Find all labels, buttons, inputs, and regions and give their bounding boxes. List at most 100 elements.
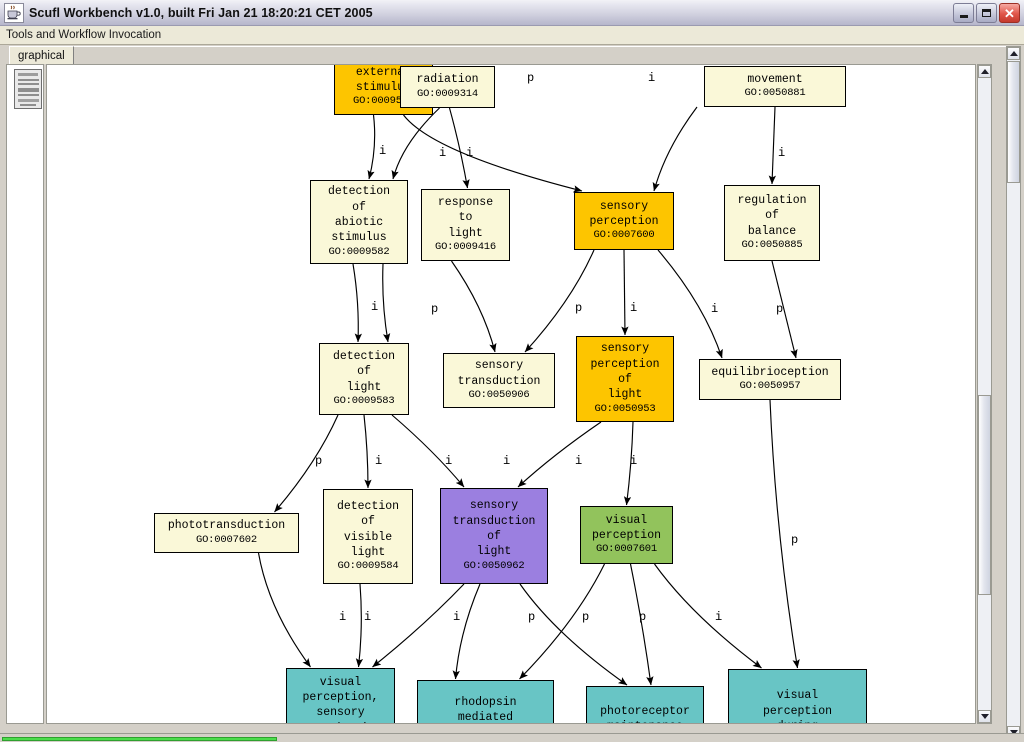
node-label: visual perception, sensory transduction … <box>299 675 382 723</box>
graph-node-equil[interactable]: equilibrioception GO:0050957 <box>699 359 841 400</box>
node-go-id: GO:0009582 <box>328 245 390 258</box>
window-vertical-scrollbar[interactable] <box>1006 46 1021 740</box>
edge-label: i <box>439 146 447 160</box>
node-label: detection of abiotic stimulus <box>327 185 391 245</box>
application-window: Scufl Workbench v1.0, built Fri Jan 21 1… <box>0 0 1024 742</box>
graph-node-vp_st[interactable]: visual perception, sensory transduction … <box>286 668 395 723</box>
graph-node-vis_perc[interactable]: visual perception GO:0007601 <box>580 506 673 564</box>
scroll-down-arrow[interactable] <box>978 710 991 723</box>
node-label: phototransduction <box>167 519 286 533</box>
content-area: external stimulus GO:0009581 radiation GO:0… <box>2 64 1022 740</box>
close-button[interactable]: ✕ <box>999 3 1020 23</box>
maximize-button[interactable] <box>976 3 997 23</box>
graph-node-movement[interactable]: movement GO:0050881 <box>704 66 846 107</box>
graph-edge <box>451 260 497 353</box>
graph-thumbnail-icon[interactable] <box>14 69 42 109</box>
graph-node-det_light[interactable]: detection of light GO:0009583 <box>319 343 409 415</box>
node-label: radiation <box>416 73 479 87</box>
node-go-id: GO:0007601 <box>595 543 657 556</box>
graph-edge <box>621 249 629 336</box>
edge-label: p <box>431 302 439 316</box>
graph-node-radiation[interactable]: radiation GO:0009314 <box>400 66 495 108</box>
edge-label: i <box>453 610 461 624</box>
graph-node-photorec[interactable]: photoreceptor maintenanceGO:0045494 <box>586 686 704 723</box>
graph-edge <box>629 563 654 686</box>
graph-node-reg_bal[interactable]: regulation of balance GO:0050885 <box>724 185 820 261</box>
progress-bar <box>2 737 277 741</box>
graph-node-sp_light[interactable]: sensory perception of light GO:0050953 <box>576 336 674 422</box>
tab-strip: graphical <box>0 45 1024 65</box>
graph-node-rhodopsin[interactable]: rhodopsin mediated phototransductionGO:0… <box>417 680 554 724</box>
maximize-icon <box>982 9 991 17</box>
graph-vertical-scrollbar[interactable] <box>977 64 992 724</box>
tab-graphical[interactable]: graphical <box>9 46 74 64</box>
graph-node-sens_perc[interactable]: sensory perception GO:0007600 <box>574 192 674 250</box>
graph-edge <box>257 552 311 668</box>
window-controls: ✕ <box>953 3 1020 23</box>
graph-node-sens_trans[interactable]: sensory transduction GO:0050906 <box>443 353 555 408</box>
graph-edge <box>391 107 440 180</box>
status-strip <box>0 733 1024 742</box>
edge-label: p <box>791 533 799 547</box>
edge-label: i <box>379 144 387 158</box>
node-label: visual perception <box>591 513 661 543</box>
graph-edge <box>363 414 372 489</box>
node-go-id: GO:0007602 <box>195 533 257 546</box>
graph-node-resp_light[interactable]: response to light GO:0009416 <box>421 189 510 261</box>
minimize-button[interactable] <box>953 3 974 23</box>
graph-edge <box>367 114 376 180</box>
edge-label: p <box>639 610 647 624</box>
node-go-id: GO:0050957 <box>739 380 801 393</box>
node-go-id: GO:0050906 <box>468 388 530 401</box>
node-label: movement <box>747 72 803 86</box>
node-go-id: GO:0009416 <box>434 240 496 253</box>
graph-node-det_vis[interactable]: detection of visible light GO:0009584 <box>323 489 413 584</box>
node-label: photoreceptor maintenance <box>600 704 690 723</box>
graph-edge <box>654 563 762 669</box>
graph-viewport[interactable]: external stimulus GO:0009581 radiation GO:0… <box>46 64 976 724</box>
graph-node-st_light[interactable]: sensory transduction of light GO:0050962 <box>440 488 548 584</box>
graph-node-phototrans[interactable]: phototransduction GO:0007602 <box>154 513 299 553</box>
edge-label: i <box>503 454 511 468</box>
node-go-id: GO:0050885 <box>741 238 803 251</box>
node-label: rhodopsin mediated phototransduction <box>454 696 517 724</box>
node-label: sensory perception <box>589 199 659 229</box>
graph-edge <box>519 583 628 686</box>
graph-edge <box>517 421 602 488</box>
edge-label: i <box>630 301 638 315</box>
tab-strip-filler <box>70 46 1008 64</box>
graph-edge <box>452 583 481 680</box>
close-icon: ✕ <box>1004 5 1015 21</box>
menu-bar: Tools and Workflow Invocation <box>0 26 1024 45</box>
graph-edge <box>352 263 363 343</box>
scroll-up-arrow[interactable] <box>1007 47 1020 60</box>
node-go-id: GO:0050962 <box>463 559 525 572</box>
graph-canvas[interactable]: external stimulus GO:0009581 radiation GO:0… <box>47 65 975 724</box>
title-bar: Scufl Workbench v1.0, built Fri Jan 21 1… <box>0 0 1024 26</box>
edge-label: p <box>582 610 590 624</box>
window-title: Scufl Workbench v1.0, built Fri Jan 21 1… <box>29 5 373 20</box>
edge-label: i <box>711 302 719 316</box>
scrollbar-thumb[interactable] <box>978 395 991 595</box>
node-label: detection of light <box>332 350 396 394</box>
node-label: equilibrioception <box>711 365 829 379</box>
graph-node-vp_equil[interactable]: visual perception during equilibriocepti… <box>728 669 867 723</box>
node-label: sensory perception of light <box>590 342 660 402</box>
edge-label: i <box>648 71 656 85</box>
edge-label: p <box>528 610 536 624</box>
edge-label: i <box>575 454 583 468</box>
scrollbar-thumb[interactable] <box>1007 61 1020 183</box>
overview-panel[interactable] <box>6 64 44 724</box>
graph-edge <box>372 583 465 668</box>
graph-edge <box>768 106 777 185</box>
menu-item-tools-and-workflow-invocation[interactable]: Tools and Workflow Invocation <box>0 28 167 42</box>
edge-label: i <box>371 300 379 314</box>
node-label: sensory transduction of light <box>452 499 536 559</box>
minimize-icon <box>959 14 968 18</box>
edge-label: i <box>445 454 453 468</box>
node-go-id: GO:0007600 <box>593 229 655 242</box>
edge-label: i <box>339 610 347 624</box>
graph-node-det_abio[interactable]: detection of abiotic stimulus GO:0009582 <box>310 180 408 264</box>
edge-label: i <box>375 454 383 468</box>
scroll-up-arrow[interactable] <box>978 65 991 78</box>
